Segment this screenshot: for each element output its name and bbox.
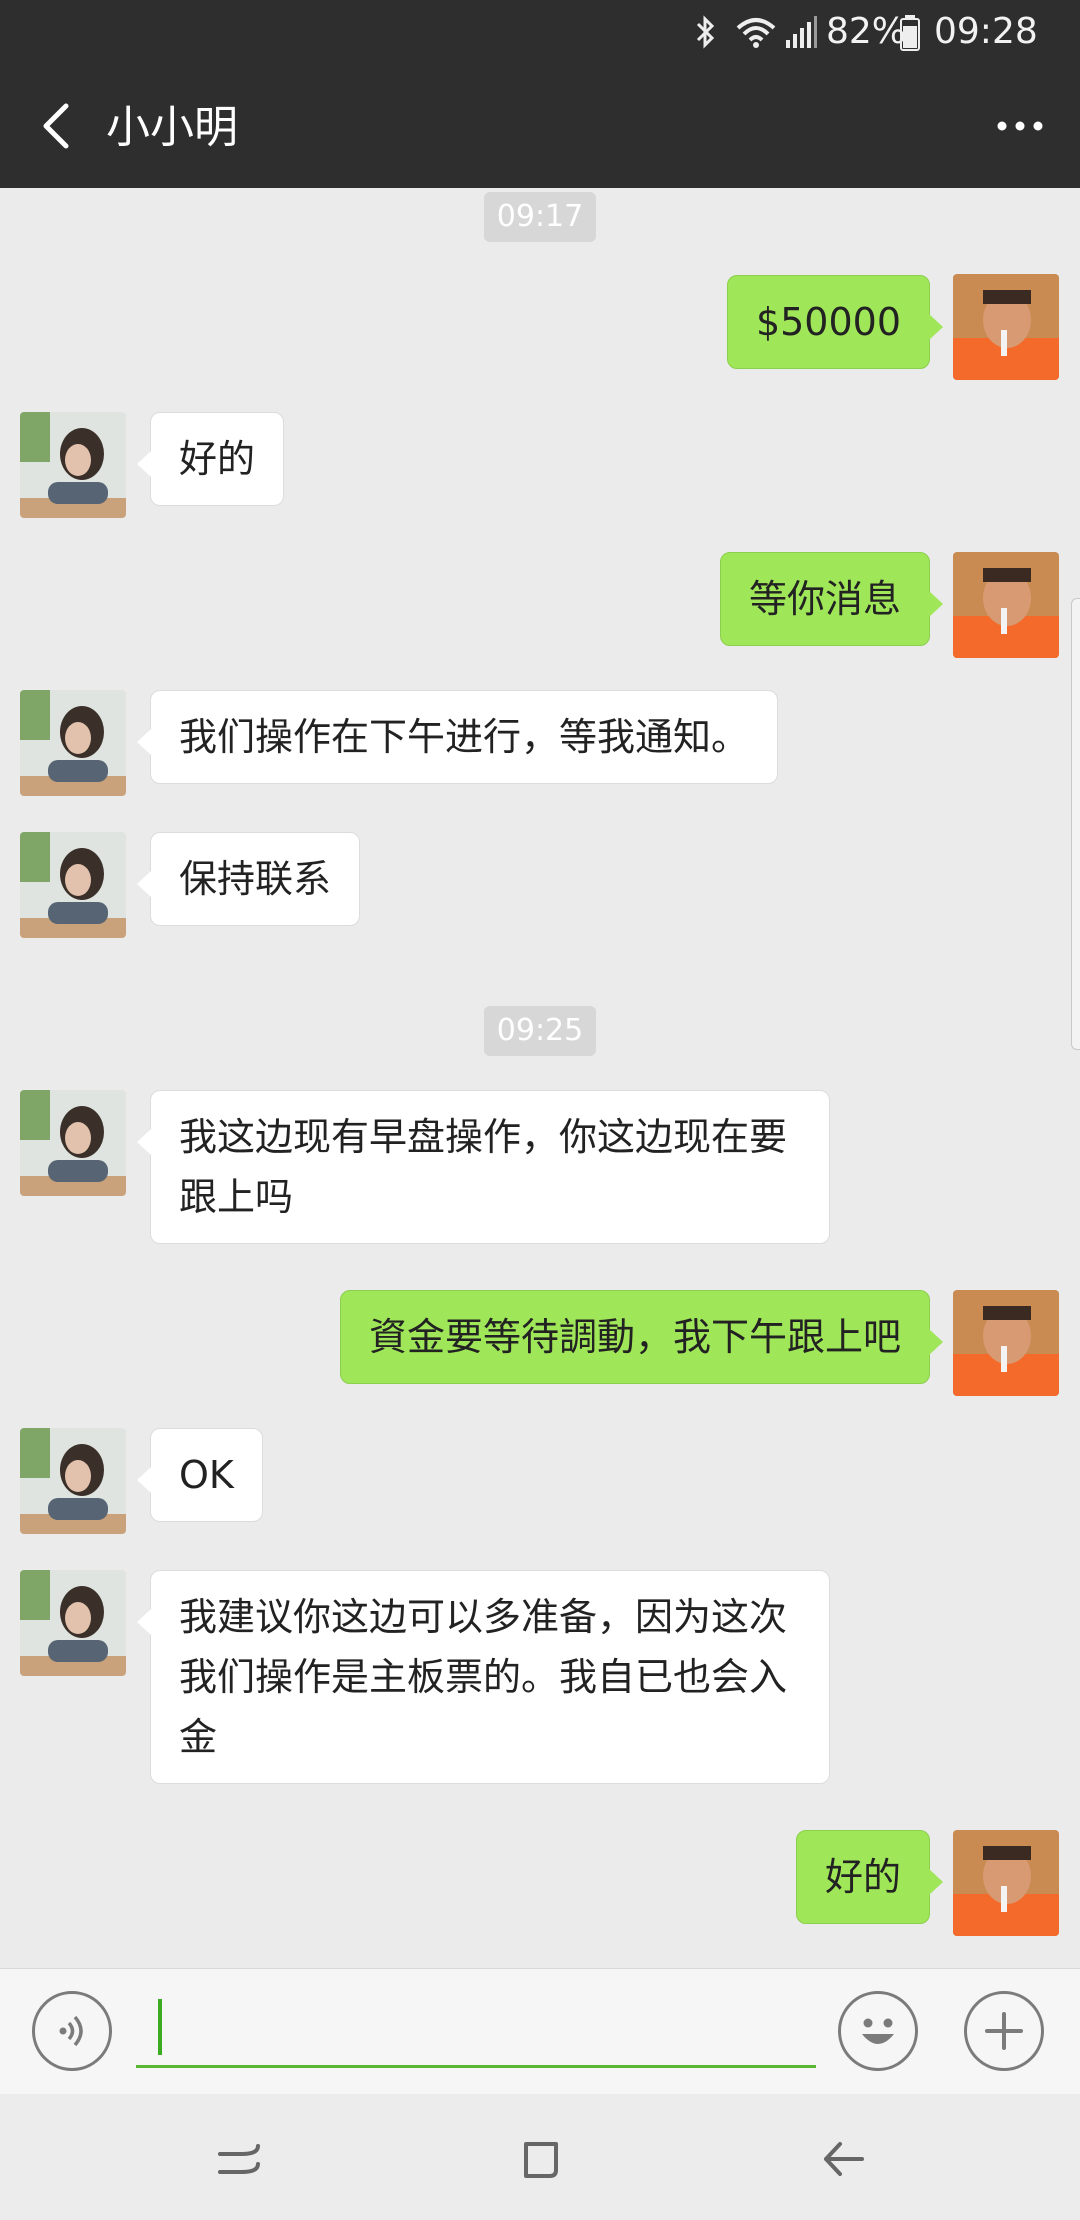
recent-apps-icon[interactable] [206,2124,276,2194]
voice-button[interactable] [32,1991,112,2071]
chat-header: 小小明 [0,66,1080,188]
outgoing-message[interactable]: $50000 [726,275,944,369]
home-icon[interactable] [506,2124,576,2194]
system-nav-bar [0,2094,1080,2220]
emoji-button[interactable] [838,1991,918,2071]
status-time: 09:28 [934,11,1038,52]
back-arrow-icon[interactable] [30,96,90,156]
contact-avatar[interactable] [20,1570,126,1676]
status-bar: 82% 09:28 [0,0,1080,66]
more-options-button[interactable] [964,1991,1044,2071]
timestamp: 09:25 [484,1006,596,1056]
my-avatar[interactable] [953,552,1059,658]
contact-avatar[interactable] [20,412,126,518]
contact-avatar[interactable] [20,690,126,796]
battery-percent: 82% [826,11,907,52]
my-avatar[interactable] [953,1830,1059,1936]
incoming-message[interactable]: OK [137,1428,263,1522]
incoming-message[interactable]: 好的 [136,412,285,506]
battery-icon [900,15,920,51]
outgoing-message[interactable]: 資金要等待調動，我下午跟上吧 [339,1290,944,1384]
wifi-icon [736,18,776,48]
my-avatar[interactable] [953,1290,1059,1396]
plus-icon [985,2012,1023,2050]
my-avatar[interactable] [953,274,1059,380]
scrollbar[interactable] [1071,598,1080,1050]
contact-avatar[interactable] [20,832,126,938]
timestamp: 09:17 [484,192,596,242]
contact-avatar[interactable] [20,1428,126,1534]
incoming-message[interactable]: 我建议你这边可以多准备，因为这次我们操作是主板票的。我自已也会入金 [137,1570,830,1784]
incoming-message[interactable]: 保持联系 [136,832,361,926]
signal-icon [786,16,817,48]
top-bar: 82% 09:28 小小明 [0,0,1080,188]
emoji-icon [862,2018,894,2044]
text-caret [158,1999,162,2055]
outgoing-message[interactable]: 等你消息 [719,552,944,646]
chat-title: 小小明 [106,102,238,153]
incoming-message[interactable]: 我这边现有早盘操作，你这边现在要跟上吗 [137,1090,830,1244]
input-bar [0,1968,1080,2095]
message-input[interactable] [136,1995,816,2068]
incoming-message[interactable]: 我们操作在下午进行，等我通知。 [136,690,779,784]
chat-area[interactable]: 09:17 $50000 好的 等你消息 我们操作在下午进行，等我通知。 保持联… [0,188,1080,1968]
more-dots-icon[interactable] [990,96,1050,156]
voice-icon [59,2015,83,2047]
contact-avatar[interactable] [20,1090,126,1196]
back-icon[interactable] [808,2124,878,2194]
outgoing-message[interactable]: 好的 [795,1830,944,1924]
bluetooth-icon [696,15,715,49]
